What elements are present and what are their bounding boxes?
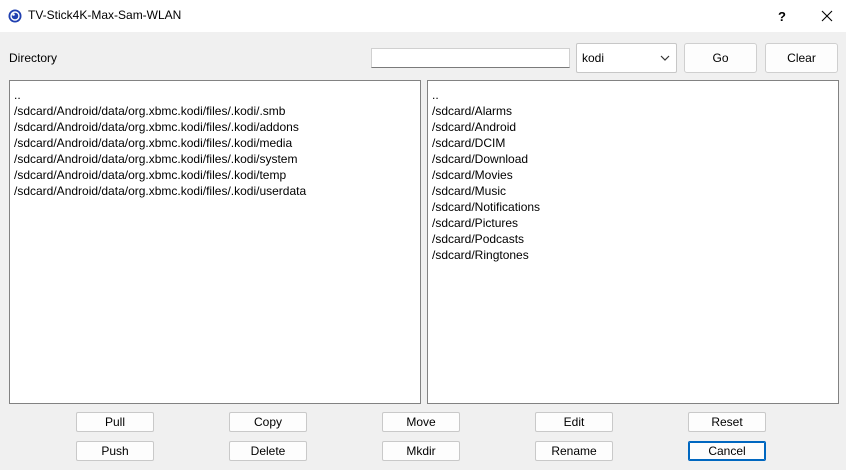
close-button[interactable] (805, 0, 846, 32)
help-button[interactable]: ? (760, 0, 804, 32)
device-combo[interactable]: kodi (576, 43, 677, 73)
list-item[interactable]: /sdcard/Download (432, 151, 838, 167)
reset-button[interactable]: Reset (688, 412, 766, 432)
list-item[interactable]: /sdcard/Android/data/org.xbmc.kodi/files… (14, 167, 420, 183)
move-button[interactable]: Move (382, 412, 460, 432)
list-item[interactable]: /sdcard/Alarms (432, 103, 838, 119)
list-item[interactable]: /sdcard/Android (432, 119, 838, 135)
list-item[interactable]: /sdcard/Android/data/org.xbmc.kodi/files… (14, 135, 420, 151)
directory-input[interactable] (371, 48, 570, 68)
list-item[interactable]: /sdcard/Music (432, 183, 838, 199)
list-item[interactable]: /sdcard/Podcasts (432, 231, 838, 247)
list-item[interactable]: .. (432, 87, 838, 103)
delete-button[interactable]: Delete (229, 441, 307, 461)
title-bar: TV-Stick4K-Max-Sam-WLAN ? (0, 0, 846, 32)
close-icon (821, 10, 833, 22)
window-title: TV-Stick4K-Max-Sam-WLAN (28, 8, 182, 22)
rename-button[interactable]: Rename (535, 441, 613, 461)
list-item[interactable]: /sdcard/Android/data/org.xbmc.kodi/files… (14, 119, 420, 135)
list-item[interactable]: .. (14, 87, 420, 103)
pull-button[interactable]: Pull (76, 412, 154, 432)
edit-button[interactable]: Edit (535, 412, 613, 432)
app-globe-icon (8, 9, 22, 23)
cancel-button[interactable]: Cancel (688, 441, 766, 461)
list-item[interactable]: /sdcard/Ringtones (432, 247, 838, 263)
list-item[interactable]: /sdcard/Android/data/org.xbmc.kodi/files… (14, 151, 420, 167)
sdcard-file-list[interactable]: ../sdcard/Alarms/sdcard/Android/sdcard/D… (427, 80, 839, 404)
push-button[interactable]: Push (76, 441, 154, 461)
list-item[interactable]: /sdcard/Android/data/org.xbmc.kodi/files… (14, 103, 420, 119)
combo-selected-value: kodi (582, 51, 605, 65)
mkdir-button[interactable]: Mkdir (382, 441, 460, 461)
device-file-list[interactable]: ../sdcard/Android/data/org.xbmc.kodi/fil… (9, 80, 421, 404)
go-button[interactable]: Go (684, 43, 757, 73)
directory-label: Directory (9, 51, 58, 65)
list-item[interactable]: /sdcard/Pictures (432, 215, 838, 231)
chevron-down-icon (660, 55, 670, 61)
clear-button[interactable]: Clear (765, 43, 838, 73)
list-item[interactable]: /sdcard/Android/data/org.xbmc.kodi/files… (14, 183, 420, 199)
list-item[interactable]: /sdcard/Notifications (432, 199, 838, 215)
list-item[interactable]: /sdcard/DCIM (432, 135, 838, 151)
copy-button[interactable]: Copy (229, 412, 307, 432)
list-item[interactable]: /sdcard/Movies (432, 167, 838, 183)
